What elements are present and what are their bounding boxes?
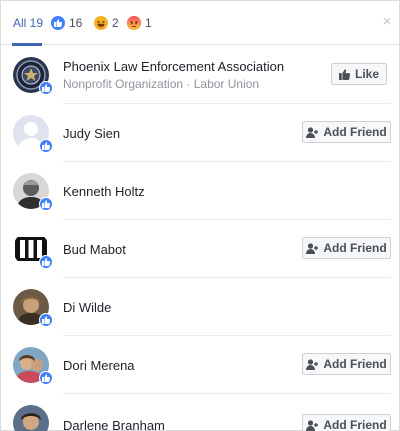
- list-item: Dori Merena Add Friend: [1, 336, 399, 394]
- haha-reaction-icon: [94, 16, 108, 30]
- like-page-button[interactable]: Like: [331, 63, 387, 85]
- reactor-name[interactable]: Bud Mabot: [63, 242, 126, 257]
- tab-angry[interactable]: 1: [127, 14, 152, 32]
- like-reaction-icon: [51, 16, 65, 30]
- tab-all[interactable]: All 19: [13, 14, 43, 32]
- add-friend-label: Add Friend: [323, 125, 387, 139]
- tab-haha-count: 2: [112, 16, 119, 30]
- like-icon: [39, 313, 53, 327]
- like-icon: [39, 255, 53, 269]
- like-button-label: Like: [354, 67, 379, 81]
- angry-reaction-icon: [127, 16, 141, 30]
- reactor-name[interactable]: Phoenix Law Enforcement Association: [63, 59, 284, 74]
- list-item: Kenneth Holtz: [1, 162, 399, 220]
- add-friend-icon: [306, 126, 319, 138]
- add-friend-icon: [306, 358, 319, 370]
- add-friend-button[interactable]: Add Friend: [302, 353, 391, 375]
- like-icon: [39, 197, 53, 211]
- list-item: Judy Sien Add Friend: [1, 104, 399, 162]
- list-item: Darlene Branham Add Friend: [1, 394, 399, 431]
- add-friend-label: Add Friend: [323, 418, 387, 431]
- tab-haha[interactable]: 2: [94, 14, 119, 32]
- reactions-dialog: All 19 16 2 1 × Phoenix Law Enforcement …: [0, 0, 400, 431]
- tab-all-label: All 19: [13, 16, 44, 30]
- reactor-name[interactable]: Darlene Branham: [63, 418, 165, 431]
- like-icon: [39, 81, 53, 95]
- add-friend-label: Add Friend: [323, 241, 387, 255]
- reactor-subtitle: Nonprofit Organization · Labor Union: [63, 77, 260, 91]
- photo-avatar[interactable]: [13, 405, 49, 431]
- reactor-name[interactable]: Di Wilde: [63, 300, 111, 315]
- tab-angry-count: 1: [145, 16, 152, 30]
- reactor-name[interactable]: Judy Sien: [63, 126, 120, 141]
- add-friend-button[interactable]: Add Friend: [302, 237, 391, 259]
- add-friend-icon: [306, 419, 319, 431]
- reactor-name[interactable]: Kenneth Holtz: [63, 184, 145, 199]
- like-icon: [39, 139, 53, 153]
- reaction-tabs: All 19 16 2 1 ×: [1, 1, 399, 46]
- add-friend-icon: [306, 242, 319, 254]
- thumbs-up-icon: [338, 69, 350, 80]
- like-icon: [39, 371, 53, 385]
- add-friend-label: Add Friend: [323, 357, 387, 371]
- add-friend-button[interactable]: Add Friend: [302, 414, 391, 431]
- add-friend-button[interactable]: Add Friend: [302, 121, 391, 143]
- list-item: Bud Mabot Add Friend: [1, 220, 399, 278]
- tab-like[interactable]: 16: [51, 14, 82, 32]
- tab-like-count: 16: [69, 16, 83, 30]
- reactor-name[interactable]: Dori Merena: [63, 358, 135, 373]
- close-icon[interactable]: ×: [381, 14, 393, 29]
- list-item: Phoenix Law Enforcement Association Nonp…: [1, 46, 399, 104]
- list-item: Di Wilde: [1, 278, 399, 336]
